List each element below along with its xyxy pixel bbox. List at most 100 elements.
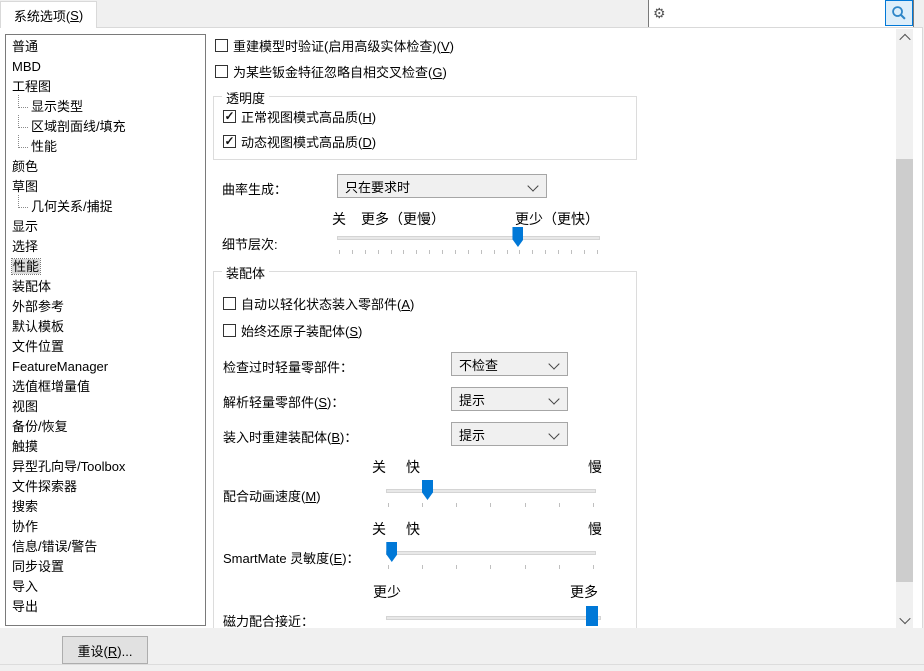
slider-thumb[interactable] [512, 227, 523, 247]
vertical-scrollbar[interactable] [896, 29, 913, 628]
scrollbar-thumb[interactable] [896, 159, 913, 582]
sidebar-item-label: 备份/恢复 [12, 419, 68, 434]
sidebar-item[interactable]: 视图 [6, 397, 205, 417]
smartmate-sensitivity-slider[interactable] [386, 539, 596, 573]
checkbox[interactable] [223, 297, 236, 310]
sidebar-item[interactable]: 备份/恢复 [6, 417, 205, 437]
sidebar-item[interactable]: 性能 [6, 257, 205, 277]
sidebar-item-label: 草图 [12, 179, 38, 194]
sidebar-item-label: 区域剖面线/填充 [31, 119, 126, 134]
sidebar-item[interactable]: 信息/错误/警告 [6, 537, 205, 557]
dropdown-value: 提示 [459, 425, 485, 444]
search-input[interactable] [671, 2, 885, 26]
mate-animation-speed-slider[interactable] [386, 477, 596, 511]
sidebar-item-label: 文件探索器 [12, 479, 77, 494]
tree-branch-icon [18, 135, 28, 148]
sidebar-item[interactable]: 异型孔向导/Toolbox [6, 457, 205, 477]
magnetic-mate-proximity-slider[interactable] [386, 604, 601, 628]
sidebar-item[interactable]: 普通 [6, 37, 205, 57]
slider-track[interactable] [386, 616, 601, 620]
ignore-self-intersection-checkbox[interactable]: 为某些钣金特征忽略自相交叉检查(G) [215, 62, 447, 81]
always-resolve-subassemblies-checkbox[interactable]: 始终还原子装配体(S) [223, 321, 362, 340]
tree-branch-icon [18, 95, 28, 108]
checkbox-label: 动态视图模式高品质(D) [241, 132, 376, 151]
check-outdated-lightweight-dropdown[interactable]: 不检查 [451, 352, 568, 376]
chevron-down-icon [548, 428, 559, 439]
resolve-lightweight-dropdown[interactable]: 提示 [451, 387, 568, 411]
sidebar-item-label: 搜索 [12, 499, 38, 514]
sidebar-item-label: 颜色 [12, 159, 38, 174]
sidebar-item[interactable]: 文件位置 [6, 337, 205, 357]
chevron-down-icon [899, 612, 910, 623]
sidebar-item[interactable]: 显示 [6, 217, 205, 237]
search-button[interactable] [885, 0, 913, 26]
sidebar-item[interactable]: 性能 [6, 137, 205, 157]
curvature-generation-label: 曲率生成： [222, 179, 287, 198]
dropdown-value: 不检查 [459, 355, 498, 374]
sidebar-item[interactable]: 区域剖面线/填充 [6, 117, 205, 137]
dynamic-view-high-quality-checkbox[interactable]: ✓ 动态视图模式高品质(D) [223, 132, 376, 151]
sidebar-item[interactable]: 协作 [6, 517, 205, 537]
sidebar-item-label: 显示类型 [31, 99, 83, 114]
transparency-group: 透明度 ✓ 正常视图模式高品质(H) ✓ 动态视图模式高品质(D) [213, 96, 637, 160]
sidebar-item-label: FeatureManager [12, 359, 108, 374]
sidebar-item[interactable]: FeatureManager [6, 357, 205, 377]
chevron-down-icon [548, 358, 559, 369]
tab-system-options[interactable]: 系统选项(S) [0, 1, 97, 28]
slider-thumb[interactable] [386, 542, 397, 562]
system-options-dialog: 系统选项(S) ⚙ 普通MBD工程图显示类型区域剖面线/填充性能颜色草图几何关系… [0, 0, 924, 671]
sidebar-item[interactable]: 装配体 [6, 277, 205, 297]
checkbox[interactable] [215, 65, 228, 78]
sidebar-item[interactable]: 文件探索器 [6, 477, 205, 497]
sidebar-item[interactable]: 显示类型 [6, 97, 205, 117]
slider-thumb[interactable] [586, 606, 598, 626]
gear-icon[interactable]: ⚙ [653, 4, 666, 22]
sidebar-item[interactable]: MBD [6, 57, 205, 77]
chevron-up-icon [899, 33, 910, 44]
dropdown-value: 提示 [459, 390, 485, 409]
magnetic-mate-proximity-label: 磁力配合接近： [223, 611, 314, 628]
verify-on-rebuild-checkbox[interactable]: 重建模型时验证(启用高级实体检查)(V) [215, 36, 454, 55]
dialog-footer: 重设(R)... [0, 628, 924, 671]
sidebar-item[interactable]: 工程图 [6, 77, 205, 97]
sidebar-item[interactable]: 导入 [6, 577, 205, 597]
sidebar-item[interactable]: 草图 [6, 177, 205, 197]
checkbox[interactable] [223, 324, 236, 337]
sidebar-item[interactable]: 导出 [6, 597, 205, 617]
slider-track[interactable] [386, 489, 596, 493]
sidebar-item[interactable]: 触摸 [6, 437, 205, 457]
sidebar-item-label: 文件位置 [12, 339, 64, 354]
rebuild-on-load-dropdown[interactable]: 提示 [451, 422, 568, 446]
tab-bar: 系统选项(S) ⚙ [0, 0, 924, 27]
sidebar-item[interactable]: 几何关系/捕捉 [6, 197, 205, 217]
reset-button[interactable]: 重设(R)... [62, 636, 148, 664]
sidebar-item[interactable]: 颜色 [6, 157, 205, 177]
normal-view-high-quality-checkbox[interactable]: ✓ 正常视图模式高品质(H) [223, 107, 376, 126]
checkbox[interactable]: ✓ [223, 110, 236, 123]
check-outdated-lightweight-label: 检查过时轻量零部件： [223, 357, 353, 376]
scroll-up-button[interactable] [896, 29, 913, 46]
sidebar-item-label: 导入 [12, 579, 38, 594]
curvature-generation-dropdown[interactable]: 只在要求时 [337, 174, 547, 198]
slider-track[interactable] [337, 236, 600, 240]
slider-thumb[interactable] [422, 480, 433, 500]
sidebar-item[interactable]: 默认模板 [6, 317, 205, 337]
sidebar-item[interactable]: 外部参考 [6, 297, 205, 317]
slider-track[interactable] [386, 551, 596, 555]
sidebar-item-label: MBD [12, 59, 41, 74]
sidebar-item[interactable]: 搜索 [6, 497, 205, 517]
sidebar-item-label: 信息/错误/警告 [12, 539, 97, 554]
checkbox[interactable] [215, 39, 228, 52]
load-lightweight-checkbox[interactable]: 自动以轻化状态装入零部件(A) [223, 294, 414, 313]
scroll-down-button[interactable] [896, 611, 913, 628]
sidebar-item-label: 异型孔向导/Toolbox [12, 459, 125, 474]
sidebar-item[interactable]: 选值框增量值 [6, 377, 205, 397]
checkbox[interactable]: ✓ [223, 135, 236, 148]
smartmate-sensitivity-label: SmartMate 灵敏度(E)： [223, 548, 360, 567]
checkbox-label: 自动以轻化状态装入零部件(A) [241, 294, 414, 313]
search-box: ⚙ [648, 0, 914, 28]
sidebar-item[interactable]: 同步设置 [6, 557, 205, 577]
mate-animation-speed-label: 配合动画速度(M) [223, 486, 321, 505]
level-of-detail-slider[interactable] [337, 224, 600, 258]
sidebar-item[interactable]: 选择 [6, 237, 205, 257]
